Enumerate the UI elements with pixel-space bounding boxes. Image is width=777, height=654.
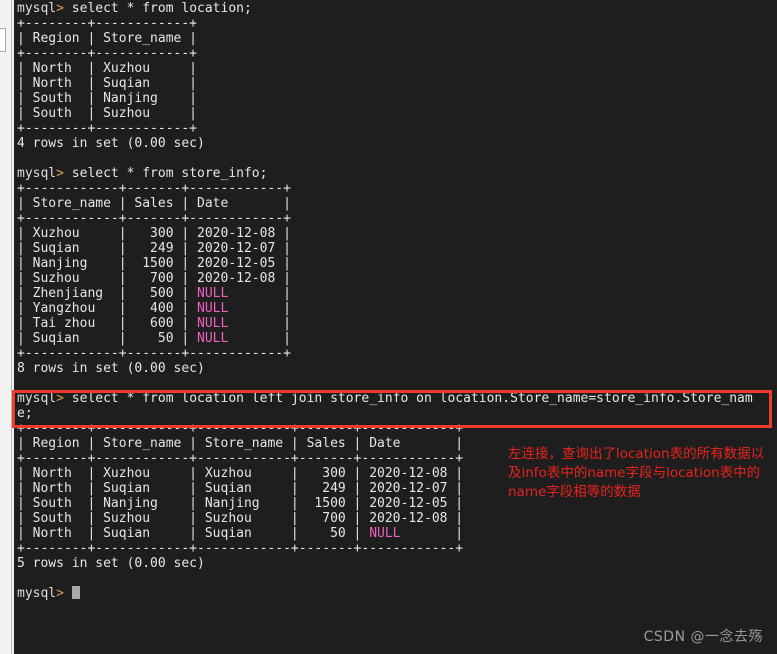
row-text: | North | Suqian | Suqian | 50 | xyxy=(17,526,370,541)
terminal-line: +------------+-------+------------+ xyxy=(17,346,291,361)
terminal-line: +--------+------------+ xyxy=(17,46,198,61)
terminal-line: | Suqian | 249 | 2020-12-07 | xyxy=(17,241,291,256)
prompt-label: mysql xyxy=(17,166,57,181)
prompt-label: mysql xyxy=(17,1,57,16)
terminal-line: +--------+------------+ xyxy=(17,121,198,136)
null-value: NULL xyxy=(197,301,229,316)
terminal-line: | Yangzhou | 400 | NULL | xyxy=(17,301,777,316)
prompt-label: mysql xyxy=(17,391,57,406)
command-text: select * from store_info; xyxy=(63,166,268,181)
terminal-line: | Xuzhou | 300 | 2020-12-08 | xyxy=(17,226,291,241)
terminal-line: | Suqian | 50 | NULL | xyxy=(17,331,777,346)
annotation-text: 左连接，查询出了location表的所有数据以及info表中的name字段与lo… xyxy=(508,446,765,500)
terminal-line: | South | Suzhou | Suzhou | 700 | 2020-1… xyxy=(17,511,464,526)
prompt-label: mysql xyxy=(17,586,57,601)
null-value: NULL xyxy=(197,331,229,346)
command-text: select * from location left join store_i… xyxy=(63,391,753,406)
terminal-line: mysql> select * from location; xyxy=(17,1,777,16)
row-text: | Suqian | 50 | xyxy=(17,331,198,346)
terminal-line: | Tai zhou | 600 | NULL | xyxy=(17,316,777,331)
mysql-terminal[interactable]: mysql> select * from location; +--------+… xyxy=(14,0,777,654)
terminal-line: mysql> select * from location left join … xyxy=(17,391,777,406)
row-text: | Zhenjiang | 500 | xyxy=(17,286,198,301)
command-text: select * from location; xyxy=(63,1,252,16)
terminal-line: mysql> xyxy=(17,586,777,601)
terminal-line: | Nanjing | 1500 | 2020-12-05 | xyxy=(17,256,291,271)
terminal-line: 5 rows in set (0.00 sec) xyxy=(17,556,205,571)
terminal-line: | South | Nanjing | xyxy=(17,91,198,106)
terminal-line: +------------+-------+------------+ xyxy=(17,211,291,226)
terminal-line: +--------+------------+------------+----… xyxy=(17,421,464,436)
terminal-output: mysql> select * from location; +--------+… xyxy=(17,1,777,601)
gutter-handle-box[interactable] xyxy=(0,28,6,52)
terminal-line: | North | Xuzhou | xyxy=(17,61,198,76)
prompt-caret: > xyxy=(56,586,64,601)
row-text-tail: | xyxy=(228,331,291,346)
csdn-watermark: CSDN @一念去殇 xyxy=(643,629,763,645)
terminal-line: | South | Suzhou | xyxy=(17,106,198,121)
null-value: NULL xyxy=(197,286,229,301)
terminal-line: mysql> select * from store_info; xyxy=(17,166,777,181)
terminal-line: 8 rows in set (0.00 sec) xyxy=(17,361,205,376)
screenshot-root: mysql> select * from location; +--------+… xyxy=(0,0,777,654)
row-text-tail: | xyxy=(400,526,464,541)
text-cursor[interactable] xyxy=(71,586,80,599)
terminal-line: +--------+------------+------------+----… xyxy=(17,541,464,556)
row-text-tail: | xyxy=(228,301,291,316)
terminal-line: | North | Suqian | Suqian | 50 | NULL | xyxy=(17,526,777,541)
terminal-line: | Store_name | Sales | Date | xyxy=(17,196,291,211)
row-text-tail: | xyxy=(228,316,291,331)
prompt-caret: > xyxy=(56,166,64,181)
prompt-caret: > xyxy=(56,391,64,406)
row-text-tail: | xyxy=(228,286,291,301)
null-value: NULL xyxy=(369,526,401,541)
terminal-line: 4 rows in set (0.00 sec) xyxy=(17,136,205,151)
terminal-line: +--------+------------+ xyxy=(17,16,198,31)
left-gutter xyxy=(0,0,14,654)
gutter-divider xyxy=(11,0,12,654)
terminal-line: | North | Suqian | xyxy=(17,76,198,91)
terminal-line: | Region | Store_name | xyxy=(17,31,198,46)
prompt-caret: > xyxy=(56,1,64,16)
terminal-line: +------------+-------+------------+ xyxy=(17,181,291,196)
row-text: | Tai zhou | 600 | xyxy=(17,316,198,331)
null-value: NULL xyxy=(197,316,229,331)
terminal-line: | Suzhou | 700 | 2020-12-08 | xyxy=(17,271,291,286)
row-text: | Yangzhou | 400 | xyxy=(17,301,198,316)
terminal-line: e; xyxy=(17,406,33,421)
terminal-line: | Zhenjiang | 500 | NULL | xyxy=(17,286,777,301)
